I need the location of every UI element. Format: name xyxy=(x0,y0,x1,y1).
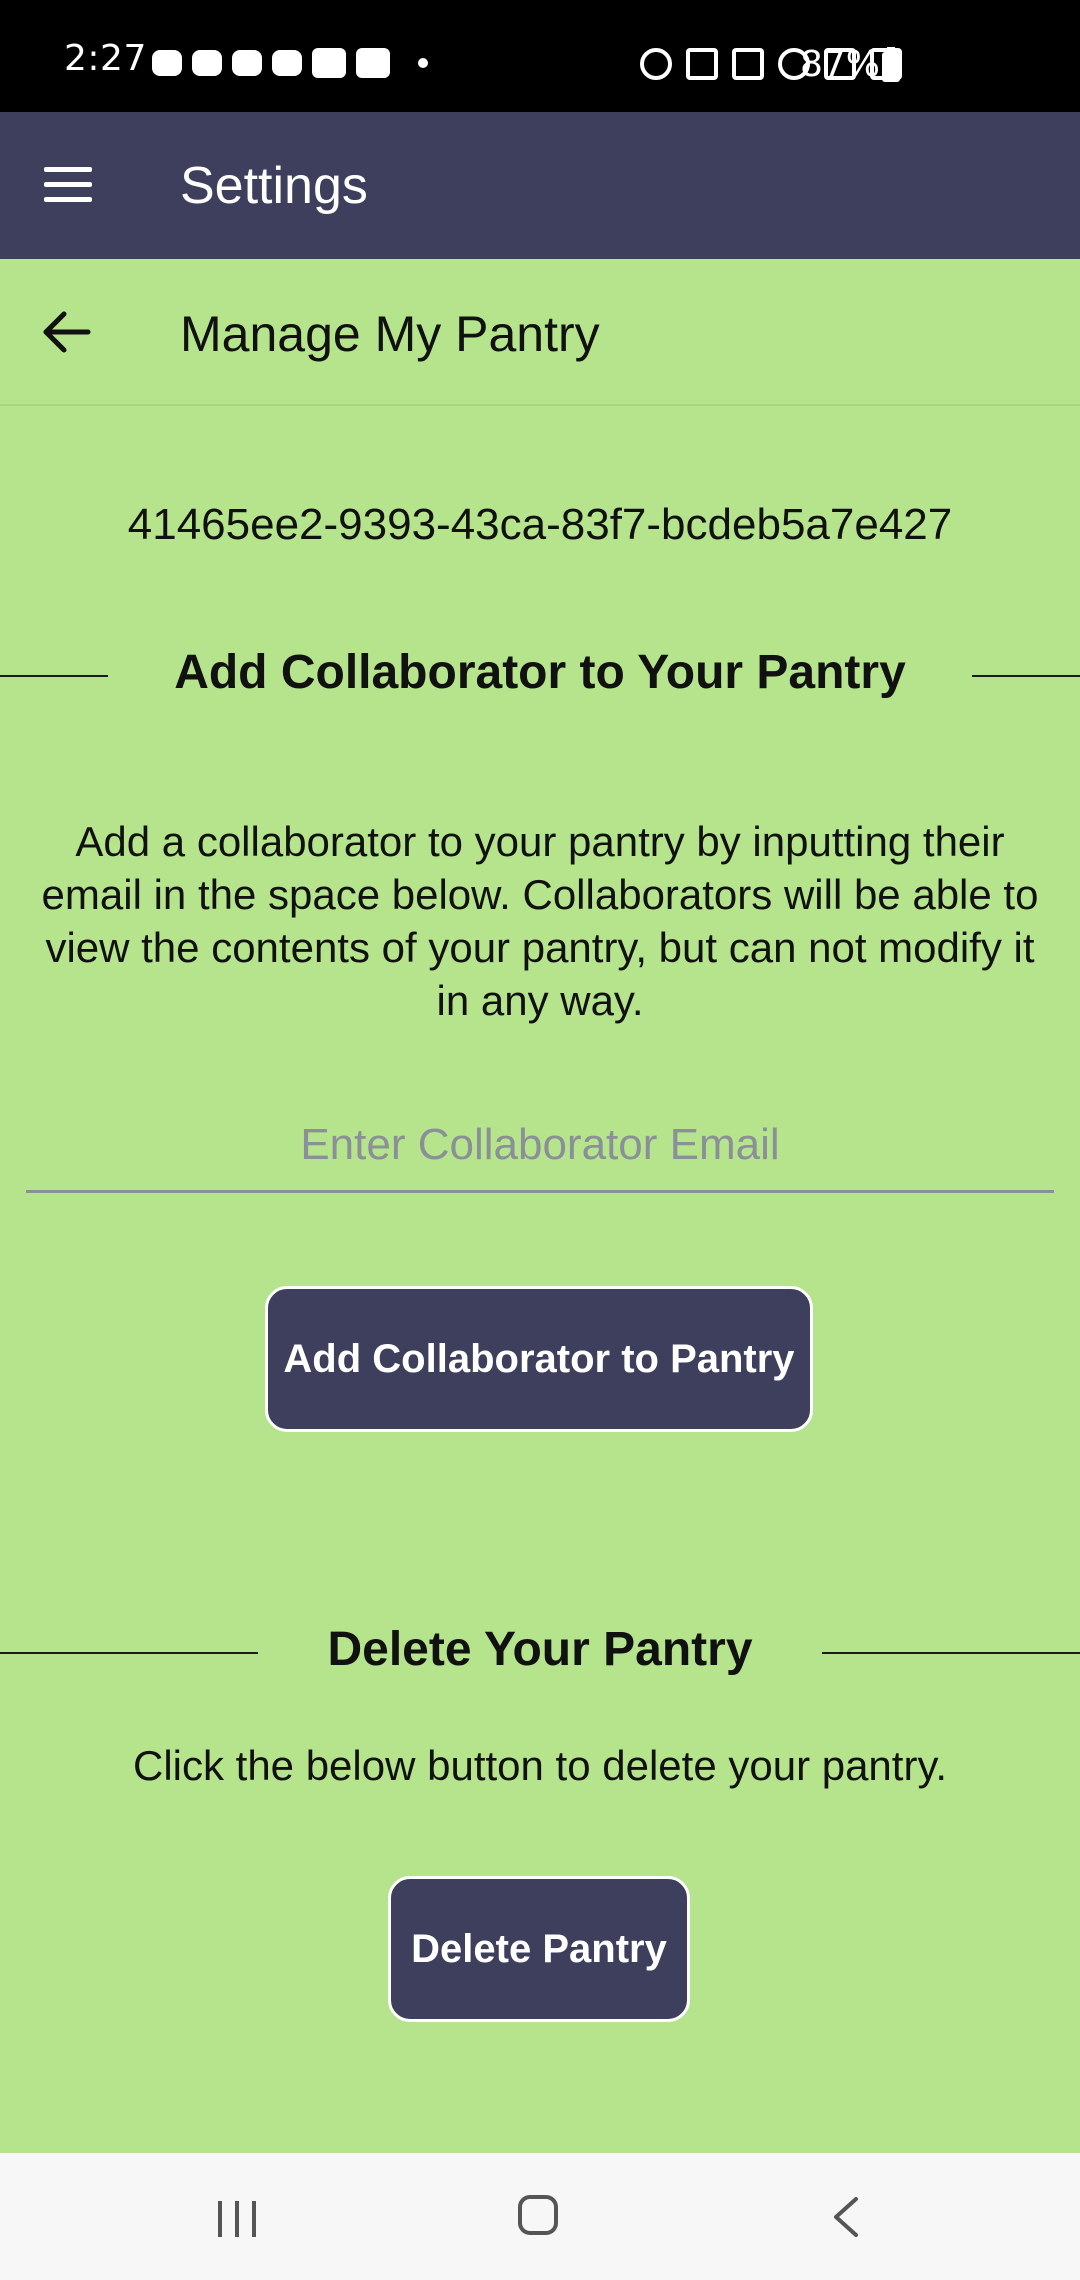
alarm-icon xyxy=(640,48,672,80)
collaborator-email-input[interactable] xyxy=(26,1100,1054,1193)
status-time: 2:27 xyxy=(64,38,147,79)
hamburger-menu-icon[interactable] xyxy=(44,167,92,203)
delete-description: Click the below button to delete your pa… xyxy=(132,1742,948,1789)
app-icon xyxy=(272,50,302,76)
mute-icon xyxy=(732,48,764,80)
delete-heading-title: Delete Your Pantry xyxy=(327,1623,753,1676)
youtube-icon xyxy=(312,48,346,78)
nav-back-icon[interactable] xyxy=(826,2195,866,2239)
system-nav-bar xyxy=(0,2153,1080,2280)
game-icon xyxy=(192,50,222,76)
collaborator-section-heading: Add Collaborator to Your Pantry xyxy=(0,645,1080,705)
message-icon xyxy=(152,50,182,76)
home-icon[interactable] xyxy=(518,2195,558,2235)
collaborator-description: Add a collaborator to your pantry by inp… xyxy=(41,818,1039,1024)
battery-icon xyxy=(882,47,900,82)
heading-line-right xyxy=(822,1652,1080,1654)
bluetooth-icon xyxy=(686,48,718,80)
add-collaborator-button[interactable]: Add Collaborator to Pantry xyxy=(265,1286,813,1432)
heading-line-right xyxy=(972,675,1080,677)
sub-header: Manage My Pantry xyxy=(0,259,1080,404)
dot-icon xyxy=(418,58,428,68)
recent-apps-icon[interactable] xyxy=(216,2201,260,2237)
delete-pantry-button[interactable]: Delete Pantry xyxy=(388,1876,690,2022)
delete-section-heading: Delete Your Pantry xyxy=(0,1622,1080,1682)
pantry-id: 41465ee2-9393-43ca-83f7-bcdeb5a7e427 xyxy=(127,500,953,549)
delete-pantry-button-label: Delete Pantry xyxy=(411,1926,667,1971)
add-collaborator-button-label: Add Collaborator to Pantry xyxy=(283,1336,795,1381)
header-divider xyxy=(0,404,1080,406)
back-arrow-icon[interactable] xyxy=(42,307,92,357)
battery-percent: 87% xyxy=(800,44,881,85)
page-title: Manage My Pantry xyxy=(180,306,600,362)
status-notification-icons xyxy=(152,48,428,78)
collaborator-heading-title: Add Collaborator to Your Pantry xyxy=(174,646,906,699)
app-bar: Settings xyxy=(0,112,1080,259)
game-icon xyxy=(232,50,262,76)
youtube-icon xyxy=(356,48,390,78)
status-bar: 2:27 87% xyxy=(0,0,1080,112)
app-bar-title: Settings xyxy=(180,157,368,215)
